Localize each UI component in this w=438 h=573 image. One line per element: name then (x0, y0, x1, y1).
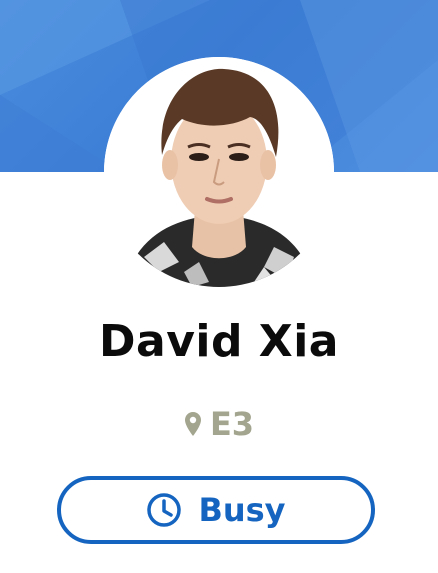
status-label: Busy (198, 491, 286, 529)
location-row: E3 (0, 404, 438, 444)
location-label: E3 (209, 405, 255, 443)
avatar-photo (104, 57, 334, 287)
clock-icon (147, 493, 182, 527)
profile-card: David Xia E3 Busy (0, 0, 438, 573)
avatar[interactable] (104, 57, 334, 287)
status-button[interactable]: Busy (57, 476, 375, 544)
profile-name: David Xia (99, 316, 339, 367)
map-pin-icon (184, 412, 201, 436)
